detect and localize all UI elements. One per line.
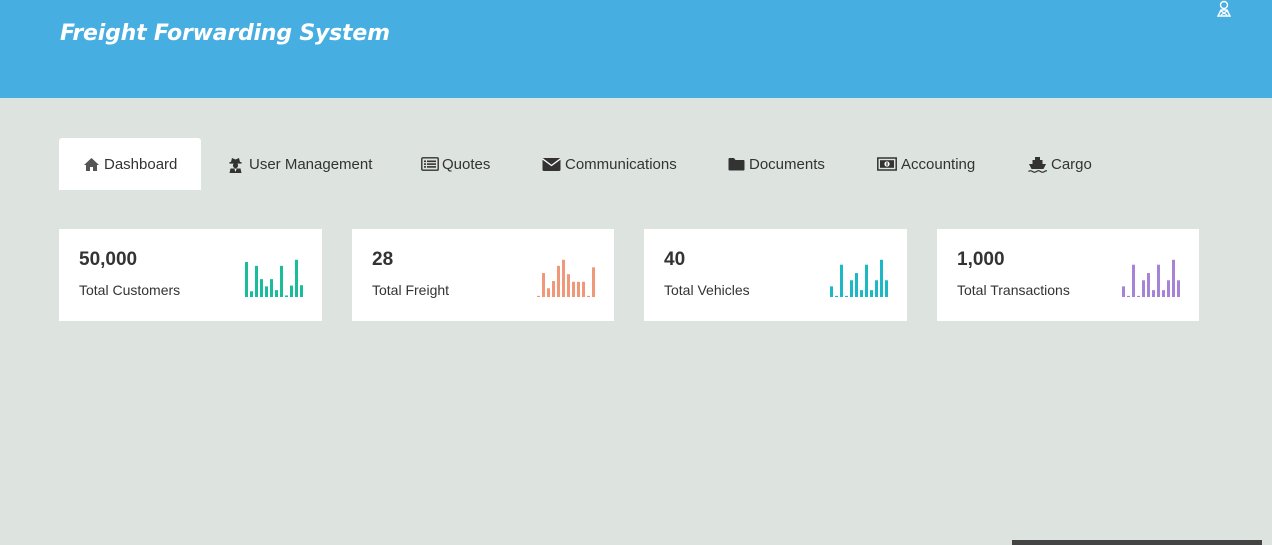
stat-card-transactions: 1,000 Total Transactions: [937, 229, 1199, 321]
stat-value: 50,000: [79, 249, 138, 270]
folder-icon: [728, 157, 745, 172]
sparkline-bar: [865, 264, 868, 297]
sparkline-bar: [567, 274, 570, 297]
money-icon: [877, 156, 897, 172]
tab-label: Documents: [749, 155, 825, 173]
sparkline-bar: [850, 280, 853, 297]
sparkline-bar: [1157, 264, 1160, 297]
sparkline-bar: [1137, 295, 1140, 297]
tab-label: Dashboard: [104, 155, 178, 173]
list-alt-icon: [421, 156, 439, 172]
sparkline-chart: [830, 259, 888, 297]
sparkline-bar: [870, 290, 873, 297]
sparkline-chart: [537, 259, 595, 297]
sparkline-bar: [1167, 280, 1170, 297]
sparkline-bar: [300, 285, 303, 297]
sparkline-bar: [275, 290, 278, 297]
stat-value: 28: [372, 249, 394, 270]
sparkline-bar: [1132, 264, 1135, 297]
sparkline-bar: [587, 295, 590, 297]
sparkline-bar: [542, 273, 545, 297]
sparkline-bar: [270, 279, 273, 297]
sparkline-bar: [260, 279, 263, 297]
home-icon: [83, 157, 100, 172]
sparkline-bar: [835, 295, 838, 297]
sparkline-bar: [285, 295, 288, 297]
sparkline-bar: [1122, 286, 1125, 297]
tab-label: User Management: [249, 155, 373, 173]
sparkline-chart: [1122, 259, 1180, 297]
envelope-icon: [542, 157, 561, 172]
sparkline-bar: [830, 286, 833, 297]
tab-user-management[interactable]: User Management: [228, 138, 372, 190]
top-header-bar: Freight Forwarding System: [0, 0, 1272, 98]
tab-communications[interactable]: Communications: [542, 138, 677, 190]
sparkline-bar: [1127, 295, 1130, 297]
tab-label: Accounting: [901, 155, 976, 173]
stat-card-vehicles: 40 Total Vehicles: [644, 229, 907, 321]
sparkline-bar: [250, 291, 253, 297]
stat-label: Total Freight: [372, 282, 450, 298]
sparkline-bar: [245, 262, 248, 297]
stat-value: 40: [664, 249, 686, 270]
sparkline-bar: [562, 259, 565, 297]
sparkline-bar: [582, 281, 585, 297]
stat-value: 1,000: [957, 249, 1005, 270]
sparkline-bar: [290, 285, 293, 297]
stat-card-freight: 28 Total Freight: [352, 229, 614, 321]
sparkline-bar: [592, 267, 595, 297]
tab-documents[interactable]: Documents: [728, 138, 825, 190]
tab-dashboard[interactable]: Dashboard: [59, 138, 201, 190]
sparkline-bar: [1147, 273, 1150, 297]
horizontal-scrollbar[interactable]: [1012, 540, 1262, 545]
sparkline-bar: [845, 295, 848, 297]
stat-label: Total Transactions: [957, 282, 1070, 298]
sparkline-bar: [557, 265, 560, 297]
sparkline-bar: [255, 265, 258, 297]
sparkline-bar: [1172, 259, 1175, 297]
sparkline-bar: [880, 259, 883, 297]
user-avatar-icon[interactable]: [1215, 0, 1233, 18]
sparkline-bar: [537, 295, 540, 297]
app-title: Freight Forwarding System: [60, 21, 390, 46]
sparkline-bar: [1142, 280, 1145, 297]
sparkline-bar: [547, 288, 550, 297]
stat-label: Total Customers: [79, 282, 181, 298]
stat-label: Total Vehicles: [664, 282, 750, 298]
sparkline-bar: [552, 281, 555, 297]
stat-card-customers: 50,000 Total Customers: [59, 229, 322, 321]
sparkline-bar: [855, 273, 858, 297]
sparkline-bar: [1162, 290, 1165, 297]
sparkline-bar: [875, 280, 878, 297]
sparkline-bar: [572, 281, 575, 297]
sparkline-bar: [1177, 280, 1180, 297]
sparkline-bar: [1152, 290, 1155, 297]
sparkline-bar: [280, 265, 283, 297]
tab-quotes[interactable]: Quotes: [421, 138, 490, 190]
sparkline-chart: [245, 259, 303, 297]
sparkline-bar: [860, 290, 863, 297]
sparkline-bar: [577, 281, 580, 297]
sparkline-bar: [885, 280, 888, 297]
sparkline-bar: [295, 259, 298, 297]
tab-label: Communications: [565, 155, 677, 173]
sparkline-bar: [840, 264, 843, 297]
sparkline-bar: [265, 286, 268, 297]
ship-icon: [1028, 156, 1047, 173]
tab-label: Quotes: [442, 155, 491, 173]
tab-cargo[interactable]: Cargo: [1028, 138, 1092, 190]
tab-accounting[interactable]: Accounting: [877, 138, 975, 190]
user-secret-icon: [228, 157, 245, 173]
tab-label: Cargo: [1051, 155, 1092, 173]
